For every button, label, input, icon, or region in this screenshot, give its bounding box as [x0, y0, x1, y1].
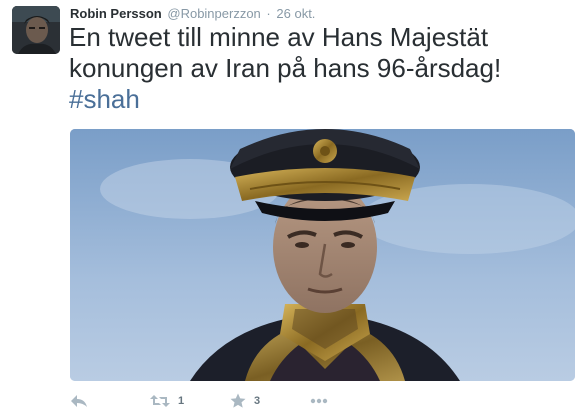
reply-icon: [70, 393, 88, 409]
tweet-text-block: En tweet till minne av Hans Majestät kon…: [69, 22, 579, 115]
favorite-button[interactable]: 3: [230, 391, 260, 411]
retweet-icon: [150, 394, 170, 408]
favorite-count: 3: [254, 395, 261, 407]
reply-button[interactable]: [70, 391, 88, 411]
tweet-text: En tweet till minne av Hans Majestät kon…: [69, 22, 502, 83]
more-icon: [310, 398, 328, 404]
tweet-actions: 1 3: [70, 391, 575, 411]
star-icon: [230, 393, 246, 409]
username[interactable]: @Robinperzzon: [167, 6, 260, 21]
more-button[interactable]: [310, 391, 328, 411]
avatar[interactable]: [12, 6, 60, 54]
tweet-photo[interactable]: [70, 129, 575, 381]
display-name[interactable]: Robin Persson: [70, 6, 162, 21]
timestamp[interactable]: 26 okt.: [276, 6, 315, 21]
separator: ·: [266, 6, 271, 21]
hashtag-link[interactable]: #shah: [69, 84, 140, 114]
retweet-count: 1: [178, 395, 185, 407]
tweet: Robin Persson @Robinperzzon · 26 okt. En…: [0, 0, 586, 415]
tweet-header: Robin Persson @Robinperzzon · 26 okt.: [70, 6, 315, 22]
retweet-button[interactable]: 1: [150, 391, 184, 411]
